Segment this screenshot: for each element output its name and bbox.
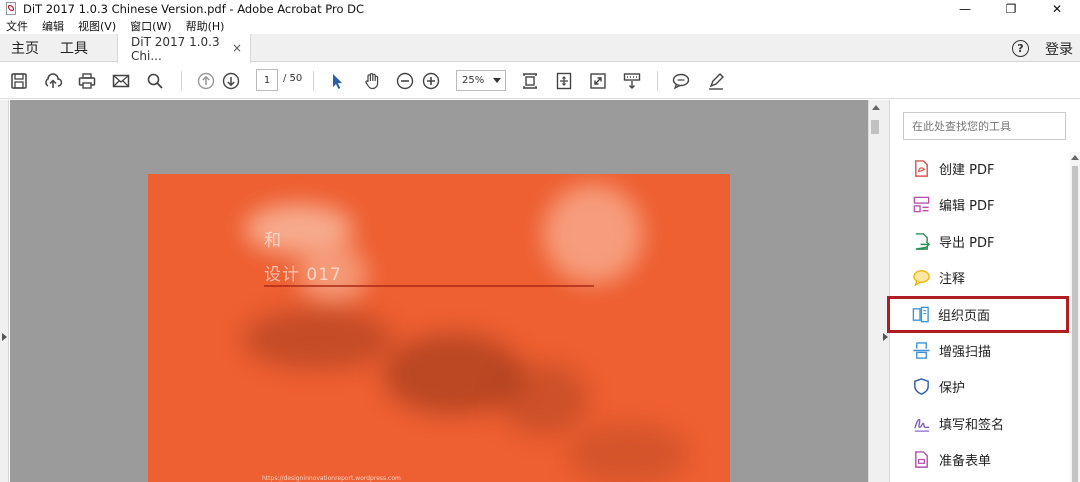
organize-pages-icon <box>910 305 930 325</box>
tool-label: 注释 <box>939 271 966 287</box>
acrobat-app-icon <box>5 2 17 15</box>
select-cursor-icon[interactable] <box>325 69 349 93</box>
create-pdf-icon <box>911 158 931 178</box>
document-viewer[interactable]: 和 设计 017 https://designinnovationreport.… <box>10 100 868 482</box>
tools-pane: 创建 PDF 编辑 PDF 导出 PDF 注释 组织页面 增强扫描 保护 填写和… <box>887 100 1080 482</box>
zoom-value: 25% <box>462 75 485 86</box>
tool-enhance-scan[interactable]: 增强扫描 <box>897 335 1067 365</box>
read-mode-icon[interactable] <box>620 69 644 93</box>
menu-file[interactable]: 文件 <box>6 18 28 34</box>
toolbar-separator <box>657 71 658 91</box>
tool-label: 增强扫描 <box>939 344 992 360</box>
comment-icon[interactable] <box>669 69 693 93</box>
window-controls: — ❐ ✕ <box>942 0 1080 17</box>
protect-shield-icon <box>911 376 931 396</box>
tool-create-pdf[interactable]: 创建 PDF <box>897 153 1067 183</box>
cloud-upload-icon[interactable] <box>41 69 65 93</box>
fit-page-icon[interactable] <box>552 69 576 93</box>
menu-view[interactable]: 视图(V) <box>78 18 116 34</box>
maximize-button[interactable]: ❐ <box>988 0 1034 17</box>
hand-tool-icon[interactable] <box>360 69 384 93</box>
export-pdf-icon <box>911 231 931 251</box>
toolbar-separator <box>181 71 182 91</box>
login-link[interactable]: 登录 <box>1045 39 1073 59</box>
prepare-form-icon <box>911 449 931 469</box>
zoom-out-icon[interactable] <box>393 69 417 93</box>
tool-search-input[interactable] <box>903 112 1066 140</box>
edit-pdf-icon <box>911 194 931 214</box>
print-icon[interactable] <box>75 69 99 93</box>
cover-artwork-blur <box>498 364 588 434</box>
tab-document[interactable]: DiT 2017 1.0.3 Chi... × <box>117 34 251 63</box>
zoom-select[interactable]: 25% <box>456 70 506 91</box>
tool-organize-pages[interactable]: 组织页面 <box>887 296 1069 333</box>
tool-label: 创建 PDF <box>939 162 995 178</box>
menu-window[interactable]: 窗口(W) <box>130 18 171 34</box>
tool-label: 准备表单 <box>939 453 992 469</box>
page-total: / 50 <box>283 73 303 84</box>
scrolling-mode-icon[interactable] <box>518 69 542 93</box>
tool-protect[interactable]: 保护 <box>897 371 1067 401</box>
tool-fill-sign[interactable]: 填写和签名 <box>897 408 1067 438</box>
email-icon[interactable] <box>109 69 133 93</box>
tool-edit-pdf[interactable]: 编辑 PDF <box>897 189 1067 219</box>
tool-label: 保护 <box>939 380 966 396</box>
tab-tools[interactable]: 工具 <box>60 38 88 58</box>
expand-left-panel-icon <box>2 333 7 341</box>
save-icon[interactable] <box>7 69 31 93</box>
chevron-down-icon <box>493 78 501 83</box>
cover-artwork-blur <box>543 184 643 284</box>
tool-label: 填写和签名 <box>939 417 1005 433</box>
cover-title-line2: 设计 017 <box>264 265 342 285</box>
tool-prepare-form[interactable]: 准备表单 <box>897 444 1067 474</box>
fill-sign-icon <box>911 413 931 433</box>
main-toolbar <box>0 63 1080 99</box>
next-page-icon[interactable] <box>219 69 243 93</box>
cover-url: https://designinnovationreport.wordpress… <box>262 475 401 482</box>
left-panel-toggle[interactable] <box>0 100 9 482</box>
comment-icon <box>911 267 931 287</box>
document-scrollbar[interactable] <box>868 100 881 482</box>
previous-page-icon[interactable] <box>194 69 218 93</box>
collapse-tools-pane-icon <box>883 333 888 341</box>
cover-title-line1: 和 <box>264 231 281 251</box>
tools-pane-scrollbar[interactable] <box>1070 152 1080 482</box>
cover-artwork-blur <box>568 424 688 482</box>
scroll-up-icon[interactable] <box>872 105 880 110</box>
tools-pane-toggle[interactable] <box>881 100 890 482</box>
help-icon[interactable]: ? <box>1012 40 1029 57</box>
zoom-in-icon[interactable] <box>419 69 443 93</box>
enhance-scan-icon <box>911 340 931 360</box>
highlight-pen-icon[interactable] <box>704 69 728 93</box>
scrollbar-thumb[interactable] <box>1072 166 1078 482</box>
window-title: DiT 2017 1.0.3 Chinese Version.pdf - Ado… <box>23 1 365 16</box>
tool-label: 导出 PDF <box>939 235 995 251</box>
pdf-page-cover: 和 设计 017 https://designinnovationreport.… <box>148 174 730 482</box>
menu-bar: 文件 编辑 视图(V) 窗口(W) 帮助(H) <box>0 17 1080 34</box>
menu-edit[interactable]: 编辑 <box>42 18 64 34</box>
minimize-button[interactable]: — <box>942 0 988 17</box>
tool-label: 编辑 PDF <box>939 198 995 214</box>
tab-home[interactable]: 主页 <box>11 38 39 58</box>
toolbar-separator <box>313 71 314 91</box>
close-button[interactable]: ✕ <box>1034 0 1080 17</box>
menu-help[interactable]: 帮助(H) <box>186 18 225 34</box>
close-tab-icon[interactable]: × <box>232 41 242 55</box>
tool-comment[interactable]: 注释 <box>897 262 1067 292</box>
tool-label: 组织页面 <box>938 309 991 324</box>
title-bar: DiT 2017 1.0.3 Chinese Version.pdf - Ado… <box>0 0 1080 17</box>
scrollbar-thumb[interactable] <box>871 120 879 134</box>
page-number-input[interactable]: 1 <box>256 69 278 91</box>
search-icon[interactable] <box>143 69 167 93</box>
cover-artwork-blur <box>243 309 393 369</box>
tool-export-pdf[interactable]: 导出 PDF <box>897 226 1067 256</box>
scroll-up-icon[interactable] <box>1071 155 1079 160</box>
full-screen-icon[interactable] <box>586 69 610 93</box>
cover-divider <box>264 285 594 287</box>
